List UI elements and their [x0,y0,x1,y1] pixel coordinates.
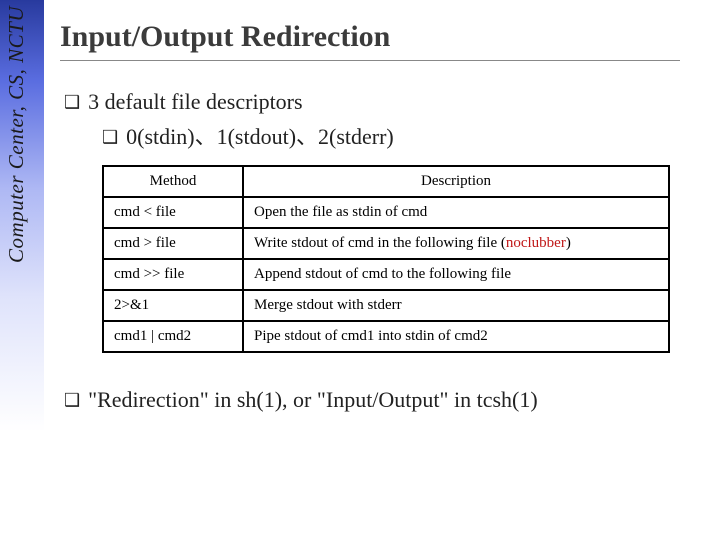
cell-description: Pipe stdout of cmd1 into stdin of cmd2 [243,321,669,352]
cell-method: cmd >> file [103,259,243,290]
cell-method: cmd1 | cmd2 [103,321,243,352]
table-row: cmd >> file Append stdout of cmd to the … [103,259,669,290]
th-method: Method [103,166,243,197]
bullet-fd-list: 0(stdin)、1(stdout)、2(stderr) [102,119,710,151]
table-header-row: Method Description [103,166,669,197]
sidebar-org: Computer Center, CS, NCTU [4,6,29,263]
page-title: Input/Output Redirection [60,20,710,54]
desc-text: Open the file as stdin of cmd [254,204,427,220]
cell-description: Merge stdout with stderr [243,290,669,321]
desc-text: Merge stdout with stderr [254,297,402,313]
cell-description: Append stdout of cmd to the following fi… [243,259,669,290]
cell-method: cmd < file [103,197,243,228]
bullet-fd-heading: 3 default file descriptors [64,89,710,115]
th-description: Description [243,166,669,197]
cell-description: Open the file as stdin of cmd [243,197,669,228]
cell-description: Write stdout of cmd in the following fil… [243,228,669,259]
table-row: 2>&1 Merge stdout with stderr [103,290,669,321]
title-rule [60,60,680,61]
cell-method: 2>&1 [103,290,243,321]
desc-text: Append stdout of cmd to the following fi… [254,266,511,282]
redirection-table: Method Description cmd < file Open the f… [102,165,670,353]
table-row: cmd1 | cmd2 Pipe stdout of cmd1 into std… [103,321,669,352]
table-row: cmd > file Write stdout of cmd in the fo… [103,228,669,259]
table-row: cmd < file Open the file as stdin of cmd [103,197,669,228]
page-number: 12 [0,510,44,528]
desc-red: noclubber [506,235,566,251]
desc-text: Write stdout of cmd in the following fil… [254,235,506,251]
desc-text: ) [566,235,571,251]
bullet-footer: "Redirection" in sh(1), or "Input/Output… [64,387,710,413]
sidebar: Computer Center, CS, NCTU 12 [0,0,44,540]
content: Input/Output Redirection 3 default file … [60,0,710,413]
desc-text: Pipe stdout of cmd1 into stdin of cmd2 [254,328,488,344]
slide: Computer Center, CS, NCTU 12 Input/Outpu… [0,0,720,540]
cell-method: cmd > file [103,228,243,259]
